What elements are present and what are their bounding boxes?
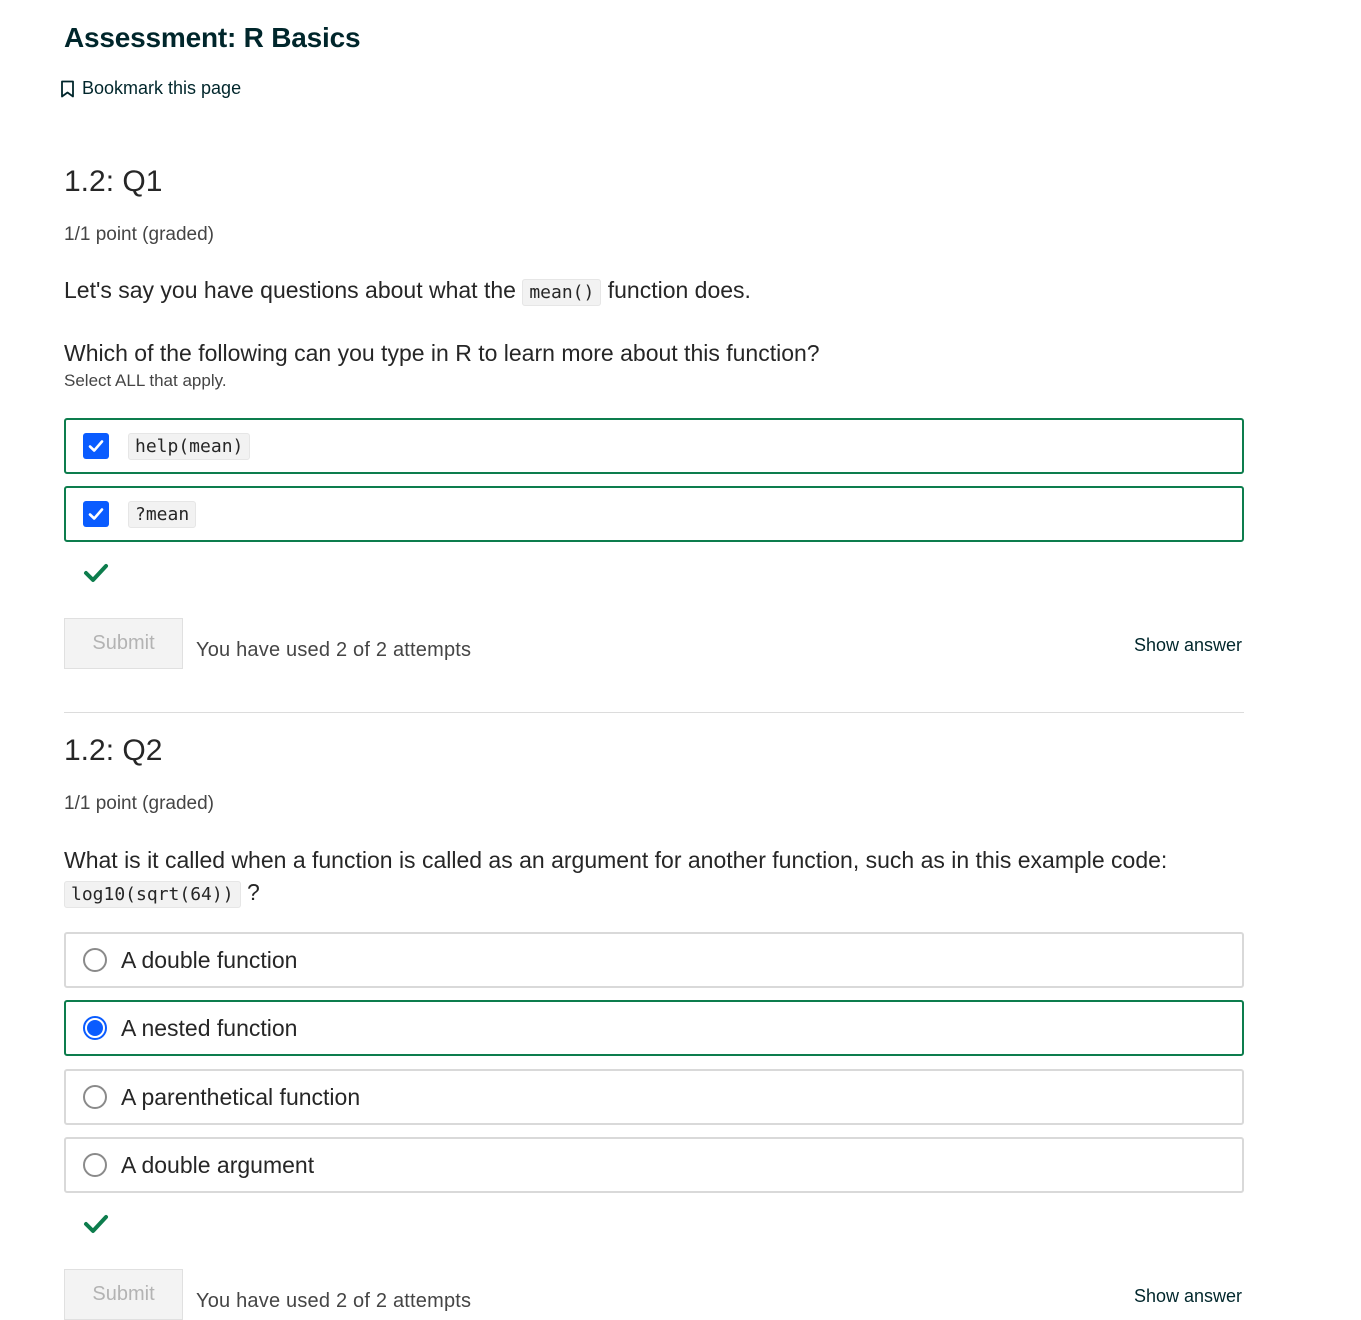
q1-option-code: ?mean [128, 500, 197, 528]
q2-points: 1/1 point (graded) [64, 793, 214, 814]
q2-option-parenthetical-function[interactable]: A parenthetical function [64, 1069, 1244, 1125]
page-title: Assessment: R Basics [64, 22, 361, 53]
q2-option-nested-function[interactable]: A nested function [64, 1000, 1244, 1056]
q2-option-label: A parenthetical function [121, 1083, 361, 1110]
q2-option-double-function[interactable]: A double function [64, 932, 1244, 988]
q1-submit-button[interactable]: Submit [64, 618, 183, 669]
q2-question-text: What is it called when a function is cal… [64, 844, 1244, 911]
q1-title: 1.2: Q1 [64, 165, 163, 198]
q2-text-end: ? [246, 879, 260, 905]
q1-option-question-mean[interactable]: ?mean [64, 486, 1244, 542]
q1-attempts: You have used 2 of 2 attempts [196, 639, 472, 661]
q2-inline-code: log10(sqrt(64)) [64, 881, 241, 908]
q2-text: What is it called when a function is cal… [64, 847, 1168, 873]
q1-text-before: Let's say you have questions about what … [64, 277, 516, 303]
q2-option-double-argument[interactable]: A double argument [64, 1137, 1244, 1193]
radio-selected-icon[interactable] [83, 1016, 107, 1040]
section-divider [64, 712, 1244, 713]
q2-option-label: A double argument [121, 1151, 315, 1178]
q1-points: 1/1 point (graded) [64, 224, 214, 245]
radio-unselected-icon[interactable] [83, 1153, 107, 1177]
q2-option-label: A double function [121, 946, 298, 973]
bookmark-icon [61, 80, 74, 97]
q1-option-code: help(mean) [128, 432, 251, 460]
checkmark-icon [83, 562, 109, 589]
bookmark-label: Bookmark this page [82, 78, 242, 98]
bookmark-button[interactable]: Bookmark this page [60, 78, 241, 99]
q1-text-after: function does. [607, 277, 751, 303]
radio-unselected-icon[interactable] [83, 1085, 107, 1109]
q2-title: 1.2: Q2 [64, 734, 163, 767]
q2-submit-button[interactable]: Submit [64, 1269, 183, 1320]
q1-option-help-mean[interactable]: help(mean) [64, 418, 1244, 474]
checkbox-checked-icon[interactable] [83, 501, 109, 527]
q2-option-label: A nested function [121, 1014, 298, 1041]
q1-prompt: Which of the following can you type in R… [64, 340, 820, 366]
radio-unselected-icon[interactable] [83, 948, 107, 972]
q2-show-answer-button[interactable]: Show answer [1134, 1286, 1242, 1307]
q1-inline-code: mean() [522, 279, 602, 306]
q1-instruction: Select ALL that apply. [64, 371, 227, 390]
q1-show-answer-button[interactable]: Show answer [1134, 635, 1242, 656]
q2-attempts: You have used 2 of 2 attempts [196, 1290, 472, 1312]
q1-question-text: Let's say you have questions about what … [64, 274, 751, 309]
checkmark-icon [83, 1213, 109, 1240]
checkbox-checked-icon[interactable] [83, 433, 109, 459]
